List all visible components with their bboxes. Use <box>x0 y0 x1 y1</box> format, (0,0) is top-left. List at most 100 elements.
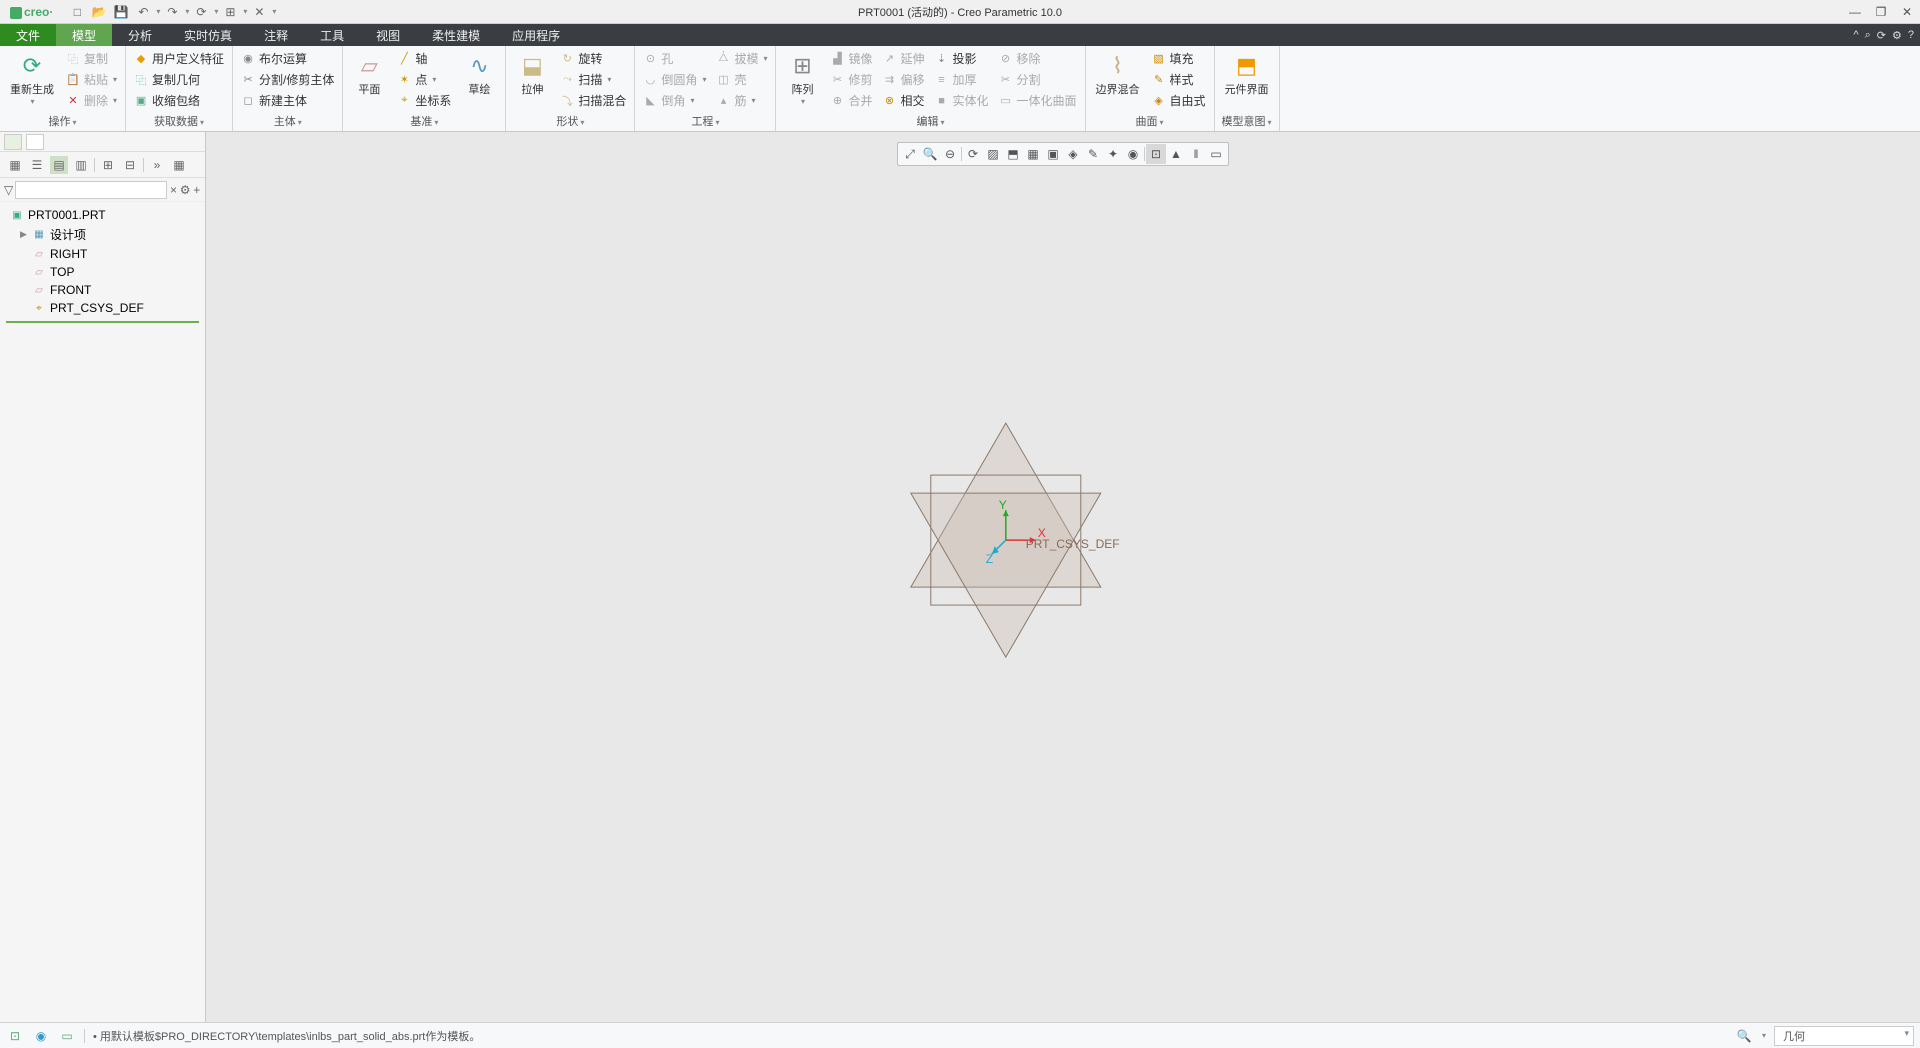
split-body-button[interactable]: ✂分割/修剪主体 <box>237 69 338 90</box>
tree-filter-input[interactable] <box>15 181 167 199</box>
spin-center-button[interactable]: ✦ <box>1103 144 1123 164</box>
qat-save-button[interactable]: 💾 <box>111 2 131 22</box>
tree-plane-front[interactable]: ▱FRONT <box>0 281 205 299</box>
selection-filter-dropdown[interactable]: 几何 <box>1774 1026 1914 1046</box>
revolve-button[interactable]: ↻旋转 <box>556 48 630 69</box>
zoom-out-button[interactable]: ⊖ <box>940 144 960 164</box>
tree-plane-top[interactable]: ▱TOP <box>0 263 205 281</box>
tab-flex-model[interactable]: 柔性建模 <box>416 24 496 46</box>
tree-plane-right[interactable]: ▱RIGHT <box>0 245 205 263</box>
flatten-button[interactable]: ▭一体化曲面 <box>995 90 1081 111</box>
style-button[interactable]: ✎样式 <box>1148 69 1210 90</box>
refit-button[interactable]: ⤢ <box>900 144 920 164</box>
stop-button[interactable]: ▭ <box>1206 144 1226 164</box>
view-manager-button[interactable]: ▦ <box>1023 144 1043 164</box>
project-button[interactable]: ⇣投影 <box>931 48 993 69</box>
help-icon[interactable]: ? <box>1908 29 1914 41</box>
new-body-button[interactable]: ◻新建主体 <box>237 90 338 111</box>
graphics-area[interactable]: ⤢ 🔍 ⊖ ⟳ ▨ ⬒ ▦ ▣ ◈ ✎ ✦ ◉ ⊡ ▲ ‖ ▭ X Y Z <box>206 132 1920 1022</box>
repaint-button[interactable]: ⟳ <box>963 144 983 164</box>
sel1-button[interactable]: ▲ <box>1166 144 1186 164</box>
plane-button[interactable]: ▱ 平面 <box>347 48 391 99</box>
boundary-blend-button[interactable]: ⌇ 边界混合 <box>1090 48 1146 99</box>
recent-icon[interactable]: ⟳ <box>1877 29 1886 42</box>
qat-new-button[interactable]: □ <box>67 2 87 22</box>
filter-settings-btn[interactable]: ⚙ <box>180 181 191 199</box>
tree-settings-btn[interactable]: ▦ <box>170 156 188 174</box>
tab-annotate[interactable]: 注释 <box>248 24 304 46</box>
csys-button[interactable]: ⌖坐标系 <box>393 90 455 111</box>
tab-analysis[interactable]: 分析 <box>112 24 168 46</box>
rib-button[interactable]: ▴筋▾ <box>712 90 771 111</box>
tab-view[interactable]: 视图 <box>360 24 416 46</box>
sb-find-button[interactable]: ⊡ <box>6 1027 24 1045</box>
extrude-button[interactable]: ⬓ 拉伸 <box>510 48 554 99</box>
solidify-button[interactable]: ■实体化 <box>931 90 993 111</box>
tree-design-items[interactable]: ▶▦设计项 <box>0 224 205 245</box>
annotation-display-button[interactable]: ✎ <box>1083 144 1103 164</box>
shrinkwrap-button[interactable]: ▣收缩包络 <box>130 90 228 111</box>
tree-collapse-btn[interactable]: ⊟ <box>121 156 139 174</box>
qat-close-button[interactable]: ✕ <box>249 2 269 22</box>
shell-button[interactable]: ◫壳 <box>712 69 771 90</box>
filter-add-btn[interactable]: + <box>193 181 202 199</box>
delete-button[interactable]: ✕删除▾ <box>62 90 121 111</box>
left-tab-tree[interactable] <box>4 134 22 150</box>
perspective-button[interactable]: ▣ <box>1043 144 1063 164</box>
paste-button[interactable]: 📋粘贴▾ <box>62 69 121 90</box>
search-commands-icon[interactable]: ⌕ <box>1865 29 1871 42</box>
tree-display-btn[interactable]: ▦ <box>6 156 24 174</box>
tree-more-btn[interactable]: » <box>148 156 166 174</box>
sweep-blend-button[interactable]: ⤵扫描混合 <box>556 90 630 111</box>
display-style-button[interactable]: ▨ <box>983 144 1003 164</box>
sb-3d-button[interactable]: ◉ <box>32 1027 50 1045</box>
collapse-ribbon-icon[interactable]: ^ <box>1853 29 1858 41</box>
filter-clear-btn[interactable]: × <box>169 181 178 199</box>
saved-views-button[interactable]: ⬒ <box>1003 144 1023 164</box>
mirror-button[interactable]: ▟镜像 <box>826 48 876 69</box>
copy-geometry-button[interactable]: ⿻复制几何 <box>130 69 228 90</box>
tab-model[interactable]: 模型 <box>56 24 112 46</box>
selection-filter-button[interactable]: ⊡ <box>1146 144 1166 164</box>
tree-folder-btn[interactable]: ▥ <box>72 156 90 174</box>
qat-windows-button[interactable]: ⊞ <box>220 2 240 22</box>
boolean-button[interactable]: ◉布尔运算 <box>237 48 338 69</box>
tree-expand-btn[interactable]: ⊞ <box>99 156 117 174</box>
tree-list-btn[interactable]: ☰ <box>28 156 46 174</box>
sb-selfilter-icon[interactable]: 🔍 <box>1735 1027 1753 1045</box>
chamfer-button[interactable]: ◣倒角▾ <box>639 90 710 111</box>
sketch-button[interactable]: ∿ 草绘 <box>457 48 501 99</box>
point-button[interactable]: ✶点▾ <box>393 69 455 90</box>
round-button[interactable]: ◡倒圆角▾ <box>639 69 710 90</box>
tree-root[interactable]: ▣PRT0001.PRT <box>0 206 205 224</box>
minimize-button[interactable]: — <box>1846 3 1864 21</box>
component-interface-button[interactable]: ⬒ 元件界面 <box>1219 48 1275 99</box>
regenerate-button[interactable]: ⟳ 重新生成▾ <box>4 48 60 108</box>
trim-button[interactable]: ✂修剪 <box>826 69 876 90</box>
qat-regen-button[interactable]: ⟳ <box>191 2 211 22</box>
thicken-button[interactable]: ≡加厚 <box>931 69 993 90</box>
qat-redo-button[interactable]: ↷ <box>162 2 182 22</box>
intersect-button[interactable]: ⊗相交 <box>879 90 929 111</box>
close-window-button[interactable]: ✕ <box>1898 3 1916 21</box>
offset-button[interactable]: ⇉偏移 <box>879 69 929 90</box>
merge-button[interactable]: ⊕合并 <box>826 90 876 111</box>
sweep-button[interactable]: ⤳扫描▾ <box>556 69 630 90</box>
tab-tools[interactable]: 工具 <box>304 24 360 46</box>
copy-button[interactable]: ⿻复制 <box>62 48 121 69</box>
tree-insert-bar[interactable] <box>6 321 199 323</box>
qat-undo-button[interactable]: ↶ <box>133 2 153 22</box>
tree-csys[interactable]: ⌖PRT_CSYS_DEF <box>0 299 205 317</box>
filter-icon[interactable]: ▽ <box>4 181 13 199</box>
tab-apps[interactable]: 应用程序 <box>496 24 576 46</box>
udf-button[interactable]: ◆用户定义特征 <box>130 48 228 69</box>
draft-button[interactable]: ⧊拔模▾ <box>712 48 771 69</box>
tab-file[interactable]: 文件 <box>0 24 56 46</box>
tree-detail-btn[interactable]: ▤ <box>50 156 68 174</box>
left-tab-layer[interactable] <box>26 134 44 150</box>
pause-button[interactable]: ‖ <box>1186 144 1206 164</box>
split-surf-button[interactable]: ✂分割 <box>995 69 1081 90</box>
render-button[interactable]: ◉ <box>1123 144 1143 164</box>
zoom-in-button[interactable]: 🔍 <box>920 144 940 164</box>
remove-button[interactable]: ⊘移除 <box>995 48 1081 69</box>
